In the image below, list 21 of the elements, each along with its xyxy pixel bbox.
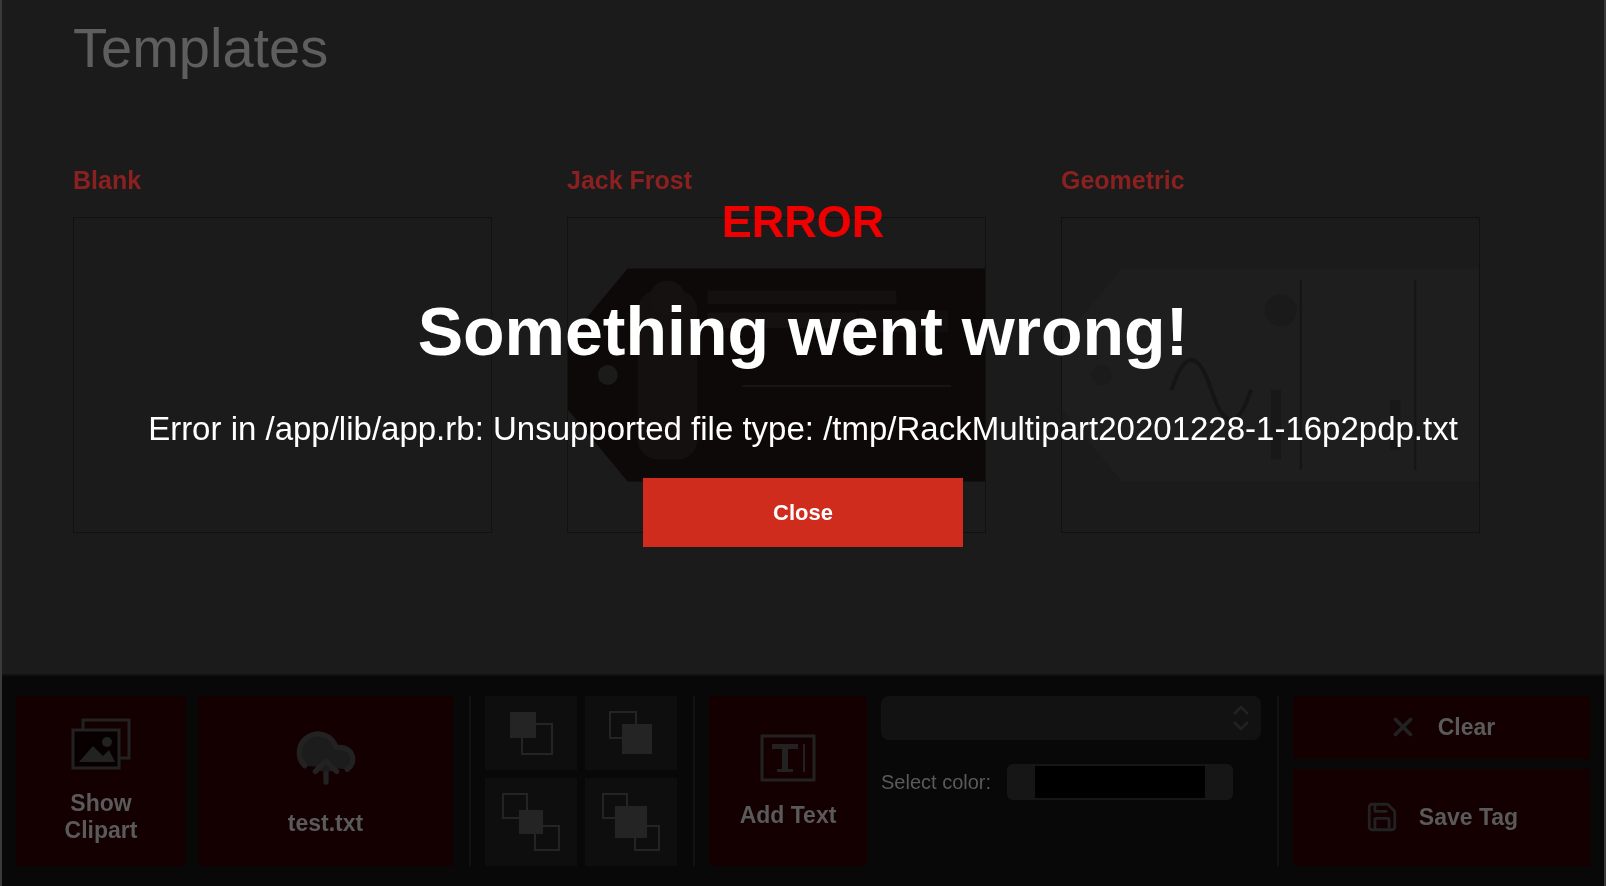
layer-button[interactable] <box>585 696 677 770</box>
template-title: Geometric <box>1061 166 1186 195</box>
template-title: Jack Frost <box>567 166 694 195</box>
clear-button[interactable]: Clear <box>1293 696 1590 759</box>
layer-button[interactable] <box>485 696 577 770</box>
page-title: Templates <box>73 15 330 81</box>
error-title: Something went wrong! <box>417 292 1189 370</box>
template-title: Blank <box>73 166 143 195</box>
add-text-button[interactable]: Add Text <box>709 696 867 866</box>
layer-button[interactable] <box>585 778 677 866</box>
error-message: Error in /app/lib/app.rb: Unsupported file type: /tmp/RackMultipart20201228-1-16p2pdp.txt <box>148 410 1458 448</box>
show-clipart-button[interactable]: Show Clipart <box>16 696 186 866</box>
font-select[interactable] <box>881 696 1261 740</box>
error-heading: ERROR <box>721 196 885 248</box>
layer-button[interactable] <box>485 778 577 866</box>
text-icon <box>760 733 816 782</box>
close-button[interactable]: Close <box>643 478 963 547</box>
save-tag-button[interactable]: Save Tag <box>1293 768 1590 866</box>
color-label: Select color: <box>881 770 992 794</box>
images-icon <box>71 718 131 770</box>
upload-button[interactable]: test.txt <box>198 696 453 866</box>
